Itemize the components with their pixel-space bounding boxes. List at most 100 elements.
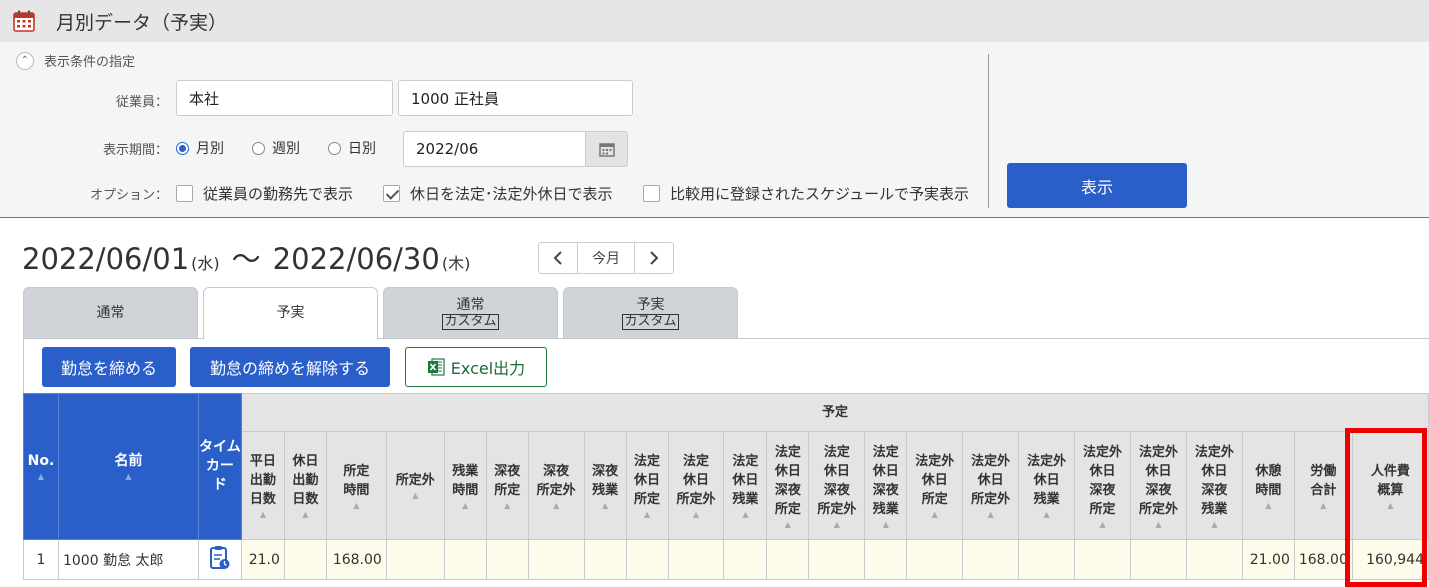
timecard-icon[interactable] [209, 545, 231, 571]
employee-group-field[interactable]: 1000 正社員 [398, 80, 633, 116]
current-month-button[interactable]: 今月 [577, 243, 635, 273]
sort-icon[interactable]: ▲ [810, 520, 864, 529]
sort-icon[interactable]: ▲ [627, 511, 667, 519]
period-radio-monthly[interactable]: 月別 [176, 138, 224, 158]
data-cell [583, 539, 627, 580]
sort-icon[interactable]: ▲ [908, 511, 962, 519]
month-picker[interactable]: 2022/06 [403, 131, 628, 167]
header-label: 法定外 休日 深夜 所定 [1083, 444, 1123, 517]
sort-icon[interactable]: ▲ [768, 520, 808, 529]
sort-icon[interactable]: ▲ [387, 492, 443, 500]
sort-icon[interactable]: ▲ [285, 511, 325, 519]
header-label: 労働 合計 [1310, 463, 1337, 498]
col-header[interactable]: 所定 時間 ▲ [325, 431, 387, 540]
checkbox-box[interactable] [383, 185, 400, 202]
show-button[interactable]: 表示 [1007, 163, 1187, 208]
sort-icon[interactable]: ▲ [1131, 520, 1185, 529]
col-header[interactable]: 法定外 休日 深夜 残業 ▲ [1185, 431, 1243, 540]
excel-export-label: Excel出力 [450, 359, 526, 378]
month-input[interactable]: 2022/06 [404, 132, 585, 166]
sort-icon[interactable]: ▲ [964, 511, 1018, 519]
sort-icon[interactable]: ▲ [585, 501, 625, 510]
panel-border [23, 338, 24, 394]
sort-icon[interactable]: ▲ [669, 511, 723, 519]
date-range: 2022/06/01 (水) 〜 2022/06/30 (木) [22, 236, 470, 278]
data-cell [625, 539, 669, 580]
col-header[interactable]: 法定外 休日 深夜 所定外 ▲ [1130, 431, 1187, 540]
tab-normal-custom[interactable]: 通常 カスタム [383, 287, 558, 339]
data-cell [808, 539, 866, 580]
col-header[interactable]: 所定外 ▲ [385, 431, 445, 540]
data-cell [766, 539, 810, 580]
sort-icon[interactable]: ▲ [1076, 520, 1130, 529]
timecard-cell [197, 539, 242, 580]
col-header[interactable]: 深夜 残業 ▲ [583, 431, 627, 540]
sort-icon[interactable]: ▲ [445, 501, 485, 510]
col-name-header[interactable]: 名前 ▲ [57, 393, 199, 540]
col-header[interactable]: 休日 出勤 日数 ▲ [283, 431, 327, 540]
tab-yojitsu-custom[interactable]: 予実 カスタム [563, 287, 738, 339]
sort-icon[interactable]: ▲ [24, 473, 57, 481]
sort-icon[interactable]: ▲ [866, 520, 906, 529]
sort-icon[interactable]: ▲ [1020, 511, 1074, 519]
sort-icon[interactable]: ▲ [1187, 520, 1241, 529]
header-label: 休日 出勤 日数 [292, 454, 319, 507]
checkbox-box[interactable] [643, 185, 660, 202]
col-header[interactable]: 人件費 概算 ▲ [1351, 431, 1429, 540]
radio-dot[interactable] [328, 141, 341, 155]
sort-icon[interactable]: ▲ [242, 511, 283, 519]
prev-month-button[interactable] [539, 243, 577, 273]
unclose-attendance-button[interactable]: 勤怠の締めを解除する [190, 347, 390, 387]
next-month-button[interactable] [635, 243, 673, 273]
col-header[interactable]: 法定 休日 所定 ▲ [625, 431, 669, 540]
employee-office-field[interactable]: 本社 [176, 80, 393, 116]
col-header[interactable]: 労働 合計 ▲ [1293, 431, 1353, 540]
sort-icon[interactable]: ▲ [487, 501, 527, 510]
col-header[interactable]: 法定 休日 深夜 残業 ▲ [864, 431, 908, 540]
col-header[interactable]: 法定外 休日 残業 ▲ [1018, 431, 1076, 540]
table-row[interactable]: 1 1000 勤怠 太郎 21.0 168.00 21.00 168.00 160,944 [23, 539, 1429, 580]
col-header[interactable]: 法定外 休日 所定 ▲ [906, 431, 964, 540]
sort-icon[interactable]: ▲ [1353, 501, 1427, 510]
header-label: 残業 時間 [452, 463, 479, 498]
col-header[interactable]: 法定外 休日 所定外 ▲ [962, 431, 1020, 540]
row-name: 1000 勤怠 太郎 [57, 539, 199, 580]
col-no-header[interactable]: No. ▲ [23, 393, 59, 540]
col-header[interactable]: 深夜 所定 ▲ [485, 431, 529, 540]
tab-yojitsu[interactable]: 予実 [203, 287, 378, 340]
option-holiday-checkbox[interactable]: 休日を法定･法定外休日で表示 [383, 183, 613, 204]
data-cell [962, 539, 1020, 580]
sort-icon[interactable]: ▲ [529, 501, 583, 510]
sort-icon[interactable]: ▲ [59, 473, 197, 481]
option-schedule-checkbox[interactable]: 比較用に登録されたスケジュールで予実表示 [643, 183, 969, 204]
col-header[interactable]: 休憩 時間 ▲ [1241, 431, 1295, 540]
month-pager: 今月 [538, 242, 674, 274]
col-header[interactable]: 法定 休日 深夜 所定 ▲ [766, 431, 810, 540]
condition-toggle-label: 表示条件の指定 [44, 55, 136, 70]
sort-icon[interactable]: ▲ [327, 501, 385, 510]
col-header[interactable]: 残業 時間 ▲ [443, 431, 487, 540]
sort-icon[interactable]: ▲ [1295, 501, 1351, 510]
col-header[interactable]: 法定 休日 所定外 ▲ [667, 431, 725, 540]
col-header[interactable]: 法定 休日 残業 ▲ [723, 431, 768, 540]
col-header[interactable]: 法定 休日 深夜 所定外 ▲ [808, 431, 866, 540]
col-header[interactable]: 深夜 所定外 ▲ [527, 431, 585, 540]
period-radio-weekly[interactable]: 週別 [252, 138, 300, 158]
period-option-label: 週別 [272, 141, 300, 157]
radio-dot[interactable] [176, 141, 189, 155]
sort-icon[interactable]: ▲ [725, 511, 766, 519]
radio-dot[interactable] [252, 141, 265, 155]
period-radio-daily[interactable]: 日別 [328, 138, 376, 158]
close-attendance-button[interactable]: 勤怠を締める [42, 347, 176, 387]
col-header[interactable]: 法定外 休日 深夜 所定 ▲ [1074, 431, 1131, 540]
checkbox-box[interactable] [176, 185, 193, 202]
chevron-up-icon[interactable]: ⌃ [16, 51, 34, 70]
option-workplace-checkbox[interactable]: 従業員の勤務先で表示 [176, 183, 353, 204]
excel-export-button[interactable]: Excel出力 [405, 347, 547, 387]
col-header[interactable]: 平日 出勤 日数 ▲ [240, 431, 285, 540]
tab-normal[interactable]: 通常 [23, 287, 198, 339]
data-cell [1185, 539, 1243, 580]
calendar-button[interactable] [585, 132, 627, 166]
sort-icon[interactable]: ▲ [1243, 501, 1293, 510]
condition-toggle[interactable]: ⌃ 表示条件の指定 [16, 51, 135, 70]
